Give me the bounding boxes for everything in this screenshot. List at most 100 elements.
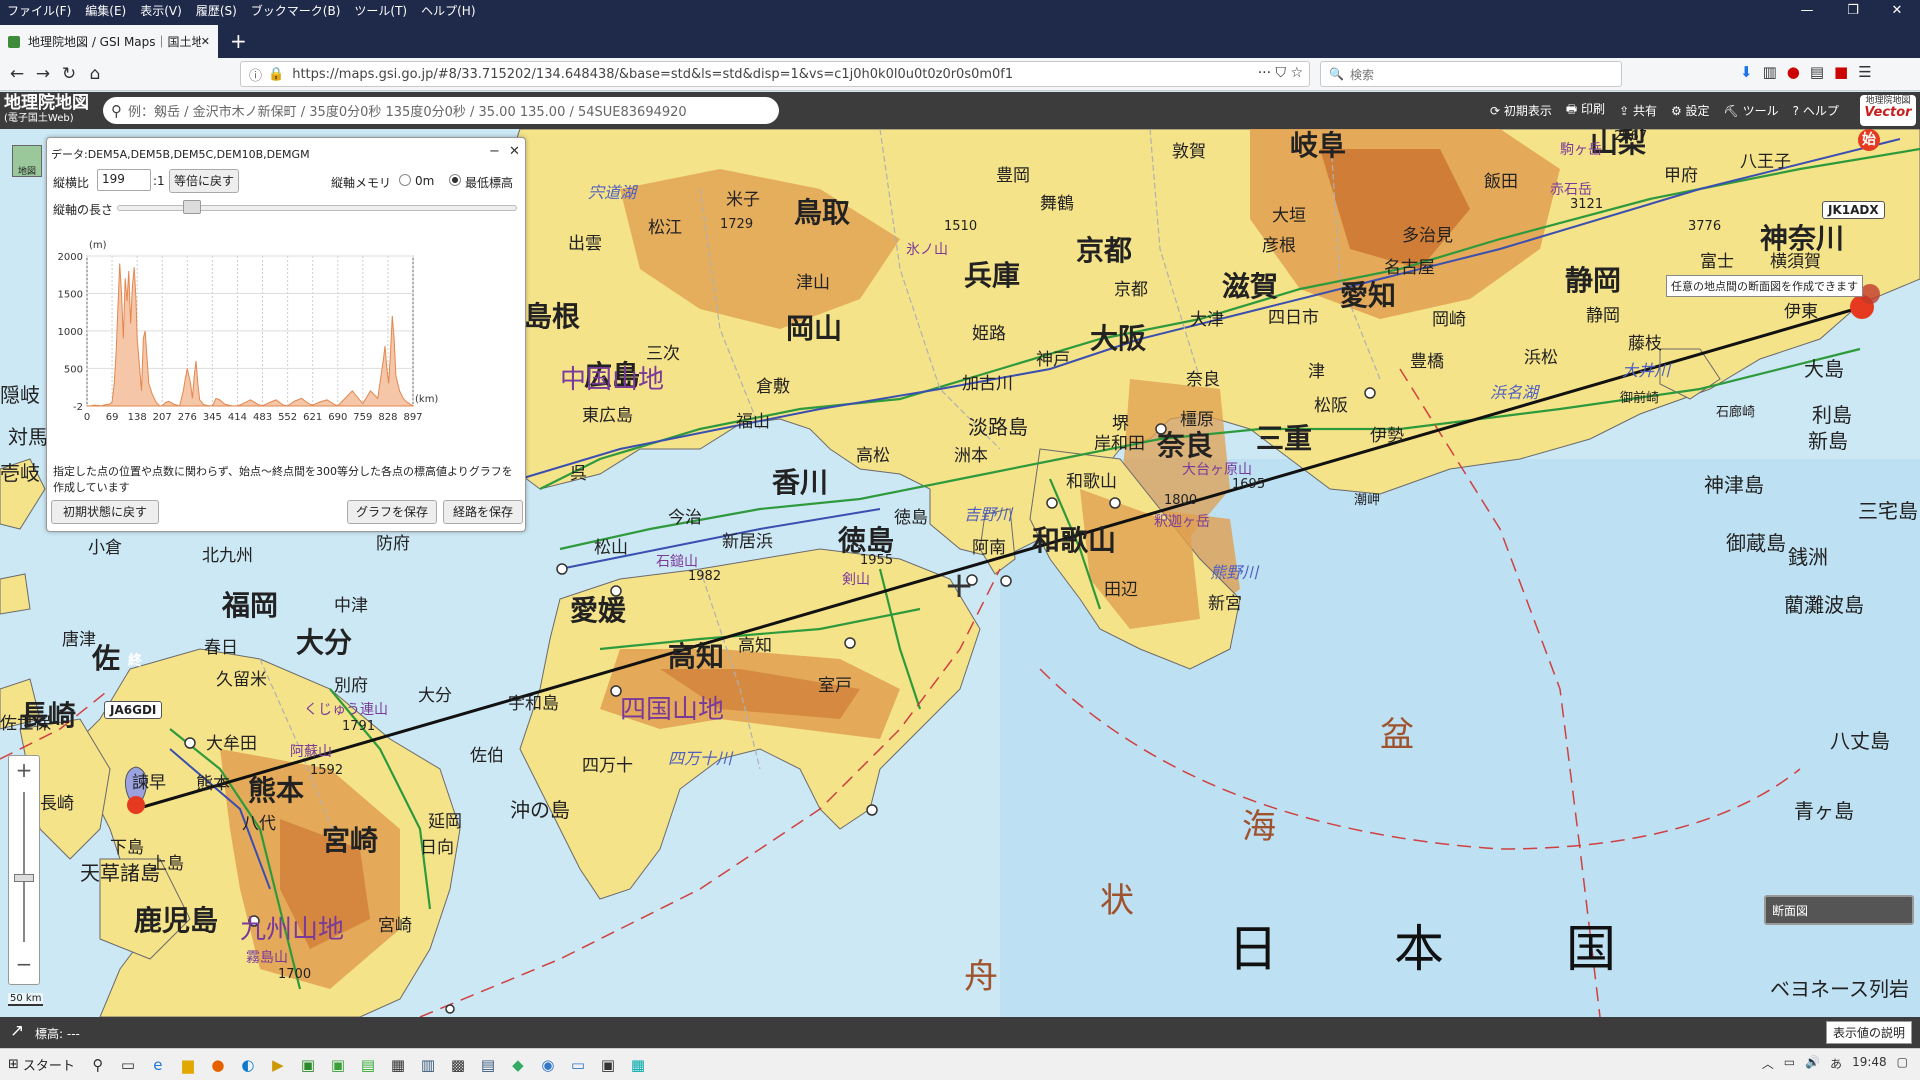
app-icon-3[interactable]: ▤: [353, 1053, 383, 1077]
sidebar-icon[interactable]: ▤: [1810, 63, 1824, 81]
save-graph-button[interactable]: グラフを保存: [347, 500, 437, 524]
help-button[interactable]: ? ヘルプ: [1793, 102, 1839, 119]
volume-icon[interactable]: 🔊: [1805, 1055, 1820, 1072]
layer-thumbnail-button[interactable]: 地図: [12, 145, 42, 177]
library-icon[interactable]: ▥: [1763, 63, 1777, 81]
ime-icon[interactable]: あ: [1830, 1055, 1842, 1072]
tools-button[interactable]: ⛏ ツール: [1724, 102, 1779, 119]
x-tick-label: 483: [253, 412, 272, 423]
menu-view[interactable]: 表示(V): [133, 2, 189, 19]
app-icon-4[interactable]: ▦: [383, 1053, 413, 1077]
peak-1955: 1955: [860, 553, 894, 568]
home-icon[interactable]: ⌂: [82, 64, 108, 84]
x-tick-label: 414: [228, 412, 247, 423]
clock[interactable]: 19:48: [1852, 1055, 1887, 1072]
download-icon[interactable]: ⬇: [1740, 63, 1753, 81]
menu-history[interactable]: 履歴(S): [189, 2, 244, 19]
app-icon-6[interactable]: ▩: [443, 1053, 473, 1077]
pref-label-shizuoka: 静岡: [1565, 264, 1622, 297]
radio-zero-m[interactable]: [399, 174, 411, 186]
tab-gsi-maps[interactable]: 地理院地図 / GSI Maps｜国土地 ✕: [0, 25, 218, 58]
app-icon-9[interactable]: ◉: [533, 1053, 563, 1077]
network-icon[interactable]: ▭: [1784, 1055, 1795, 1072]
app-icon-12[interactable]: ▦: [623, 1053, 653, 1077]
save-route-button[interactable]: 経路を保存: [443, 500, 523, 524]
app-icon-2[interactable]: ▣: [323, 1053, 353, 1077]
app-icon-5[interactable]: ▥: [413, 1053, 443, 1077]
firefox-icon[interactable]: ●: [203, 1053, 233, 1077]
zoom-in-button[interactable]: +: [9, 758, 39, 782]
legend-explanation-button[interactable]: 表示値の説明: [1825, 1021, 1912, 1044]
info-icon[interactable]: ⓘ: [249, 65, 262, 84]
app-icon-10[interactable]: ▭: [563, 1053, 593, 1077]
city-tokushima: 徳島: [894, 508, 928, 528]
panel-close-button[interactable]: ✕: [509, 144, 520, 159]
adblock-icon[interactable]: ●: [1787, 63, 1800, 81]
tab-close-icon[interactable]: ✕: [201, 35, 210, 48]
city-fujieda: 藤枝: [1628, 334, 1662, 354]
app-icon-8[interactable]: ◆: [503, 1053, 533, 1077]
new-tab-button[interactable]: +: [230, 29, 247, 53]
reset-ratio-button[interactable]: 等倍に戻す: [169, 169, 239, 193]
callsign-start-label[interactable]: JA6GDI: [104, 701, 163, 719]
hamburger-menu-icon[interactable]: ☰: [1858, 63, 1871, 81]
initial-view-button[interactable]: ⟳ 初期表示: [1490, 102, 1552, 119]
restore-window-button[interactable]: ❐: [1830, 0, 1876, 21]
extension-off-icon[interactable]: ■: [1834, 63, 1848, 81]
app-icon-1[interactable]: ▣: [293, 1053, 323, 1077]
browser-search-input[interactable]: 🔍 検索: [1320, 61, 1622, 87]
axis-length-slider[interactable]: [117, 205, 517, 211]
city-hachioji: 八王子: [1740, 152, 1791, 172]
pref-label-oita: 大分: [296, 626, 353, 659]
close-window-button[interactable]: ✕: [1874, 0, 1920, 21]
profile-tool-button[interactable]: 断面図: [1764, 895, 1914, 925]
page-actions-icon[interactable]: ··· ⛉ ☆: [1258, 65, 1303, 81]
search-icon[interactable]: ⚲: [83, 1053, 113, 1077]
lake-shinjiko: 宍道湖: [588, 183, 637, 202]
axis-length-handle[interactable]: [183, 200, 201, 214]
tray-up-icon[interactable]: ︿: [1762, 1055, 1774, 1072]
reset-state-button[interactable]: 初期状態に戻す: [51, 500, 159, 524]
lock-icon: 🔒: [268, 66, 285, 82]
print-button[interactable]: 🖶 印刷: [1566, 100, 1605, 121]
zoom-slider-handle[interactable]: [14, 874, 34, 882]
back-icon[interactable]: ←: [4, 64, 30, 84]
menu-help[interactable]: ヘルプ(H): [414, 2, 482, 19]
menu-tools[interactable]: ツール(T): [347, 2, 414, 19]
zoom-slider-track[interactable]: [23, 792, 25, 942]
radio-min-elevation[interactable]: [449, 174, 461, 186]
app-logo-sub: (電子国土Web): [4, 113, 74, 124]
ratio-input[interactable]: 199: [97, 169, 151, 191]
panel-minimize-button[interactable]: −: [489, 144, 500, 159]
vector-map-button[interactable]: 地理院地図 Vector: [1860, 95, 1916, 126]
pref-label-fukuoka: 福岡: [222, 589, 279, 622]
app-icon-7[interactable]: ▤: [473, 1053, 503, 1077]
app-icon-11[interactable]: ▣: [593, 1053, 623, 1077]
callsign-end-label[interactable]: JK1ADX: [1822, 201, 1885, 219]
zoom-out-button[interactable]: −: [9, 952, 39, 976]
city-tajimi: 多治見: [1402, 226, 1453, 246]
notification-icon[interactable]: ▢: [1897, 1055, 1908, 1072]
city-kitakyushu: 北九州: [202, 546, 253, 566]
start-button[interactable]: ⊞ スタート: [0, 1055, 83, 1074]
island-kozushima: 神津島: [1704, 473, 1764, 497]
pref-label-ehime: 愛媛: [570, 594, 627, 627]
minimize-window-button[interactable]: —: [1784, 0, 1830, 21]
forward-icon[interactable]: →: [30, 64, 56, 84]
share-button[interactable]: ⇪ 共有: [1619, 102, 1657, 119]
menu-file[interactable]: ファイル(F): [0, 2, 78, 19]
menu-edit[interactable]: 編集(E): [78, 2, 133, 19]
menu-bookmarks[interactable]: ブックマーク(B): [244, 2, 348, 19]
edge-icon[interactable]: ◐: [233, 1053, 263, 1077]
place-search-input[interactable]: ⚲ 例：剱岳 / 金沢市木ノ新保町 / 35度0分0秒 135度0分0秒 / 3…: [103, 97, 779, 124]
app-logo[interactable]: 地理院地図 (電子国土Web): [4, 95, 89, 126]
settings-button[interactable]: ⚙ 設定: [1671, 102, 1710, 119]
expand-arrow-icon[interactable]: ↗: [10, 1021, 24, 1041]
ie-icon[interactable]: e: [143, 1053, 173, 1077]
elevation-profile-panel[interactable]: データ:DEM5A,DEM5B,DEM5C,DEM10B,DEMGM − ✕ 縦…: [46, 137, 526, 532]
reload-icon[interactable]: ↻: [56, 64, 82, 84]
explorer-icon[interactable]: ▆: [173, 1053, 203, 1077]
media-icon[interactable]: ▶: [263, 1053, 293, 1077]
task-view-icon[interactable]: ▭: [113, 1053, 143, 1077]
url-bar[interactable]: ⓘ 🔒 https://maps.gsi.go.jp/#8/33.715202/…: [240, 61, 1310, 87]
